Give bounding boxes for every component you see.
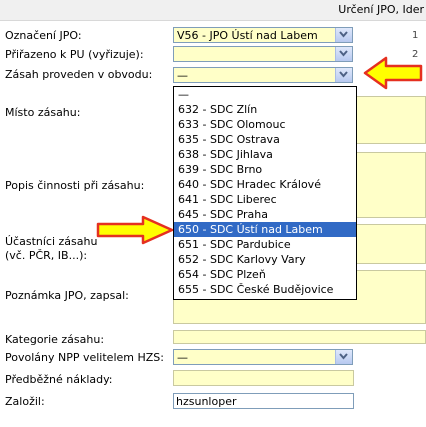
dropdown-option[interactable]: 652 - SDC Karlovy Vary bbox=[174, 252, 356, 267]
select-povolany-value: — bbox=[177, 351, 188, 364]
dropdown-option[interactable]: 633 - SDC Olomouc bbox=[174, 117, 356, 132]
field-predbezne[interactable] bbox=[173, 370, 354, 386]
header-title: Určení JPO, Ider bbox=[338, 3, 424, 16]
select-oznaceni-jpo[interactable]: V56 - JPO Ústí nad Labem bbox=[173, 27, 353, 43]
label-zalozil: Založil: bbox=[5, 395, 45, 408]
field-kategorie[interactable] bbox=[173, 330, 426, 344]
select-prirazeno-pu[interactable] bbox=[173, 46, 353, 62]
dropdown-option[interactable]: 641 - SDC Liberec bbox=[174, 192, 356, 207]
label-ucastnici-1: Účastníci zásahu bbox=[5, 235, 98, 248]
label-ucastnici-2: (vč. PČR, IB...): bbox=[5, 249, 88, 262]
header-bar: Určení JPO, Ider bbox=[0, 0, 426, 21]
dropdown-option[interactable]: 635 - SDC Ostrava bbox=[174, 132, 356, 147]
chevron-down-icon[interactable] bbox=[335, 47, 352, 61]
select-oznaceni-jpo-value: V56 - JPO Ústí nad Labem bbox=[177, 29, 318, 42]
dropdown-option[interactable]: 650 - SDC Ústí nad Labem bbox=[174, 222, 356, 237]
dropdown-option[interactable]: 638 - SDC Jihlava bbox=[174, 147, 356, 162]
dropdown-option[interactable]: — bbox=[174, 87, 356, 102]
label-oznaceni-jpo: Označení JPO: bbox=[5, 29, 82, 42]
arrow-left-icon bbox=[363, 56, 423, 90]
arrow-right-icon bbox=[96, 215, 174, 245]
dropdown-option[interactable]: 654 - SDC Plzeň bbox=[174, 267, 356, 282]
input-zalozil-value: hzsunloper bbox=[176, 395, 237, 408]
dropdown-option[interactable]: 651 - SDC Pardubice bbox=[174, 237, 356, 252]
right-mark-1: 1 bbox=[412, 30, 419, 41]
select-zasah-obvod[interactable]: — bbox=[173, 67, 353, 83]
input-zalozil[interactable]: hzsunloper bbox=[173, 393, 354, 409]
select-zasah-obvod-value: — bbox=[177, 69, 188, 82]
dropdown-option[interactable]: 639 - SDC Brno bbox=[174, 162, 356, 177]
label-poznamka: Poznámka JPO, zapsal: bbox=[5, 289, 129, 302]
dropdown-list[interactable]: —632 - SDC Zlín 633 - SDC Olomouc 635 - SD… bbox=[173, 86, 357, 300]
select-povolany[interactable]: — bbox=[173, 349, 353, 365]
label-prirazeno-pu: Přiřazeno k PU (vyřizuje): bbox=[5, 48, 144, 61]
label-kategorie: Kategorie zásahu: bbox=[5, 333, 105, 346]
label-povolany: Povolány NPP velitelem HZS: bbox=[5, 351, 164, 364]
chevron-down-icon[interactable] bbox=[335, 28, 352, 42]
chevron-down-icon[interactable] bbox=[335, 68, 352, 82]
label-zasah-obvod: Zásah proveden v obvodu: bbox=[5, 68, 153, 81]
dropdown-option[interactable]: 632 - SDC Zlín bbox=[174, 102, 356, 117]
label-misto-zasahu: Místo zásahu: bbox=[5, 106, 81, 119]
label-predbezne: Předběžné náklady: bbox=[5, 373, 113, 386]
dropdown-option[interactable]: 655 - SDC České Budějovice bbox=[174, 282, 356, 297]
dropdown-option[interactable]: 640 - SDC Hradec Králové bbox=[174, 177, 356, 192]
label-popis-cinnosti: Popis činnosti při zásahu: bbox=[5, 179, 145, 192]
chevron-down-icon[interactable] bbox=[335, 350, 352, 364]
dropdown-option[interactable]: 645 - SDC Praha bbox=[174, 207, 356, 222]
